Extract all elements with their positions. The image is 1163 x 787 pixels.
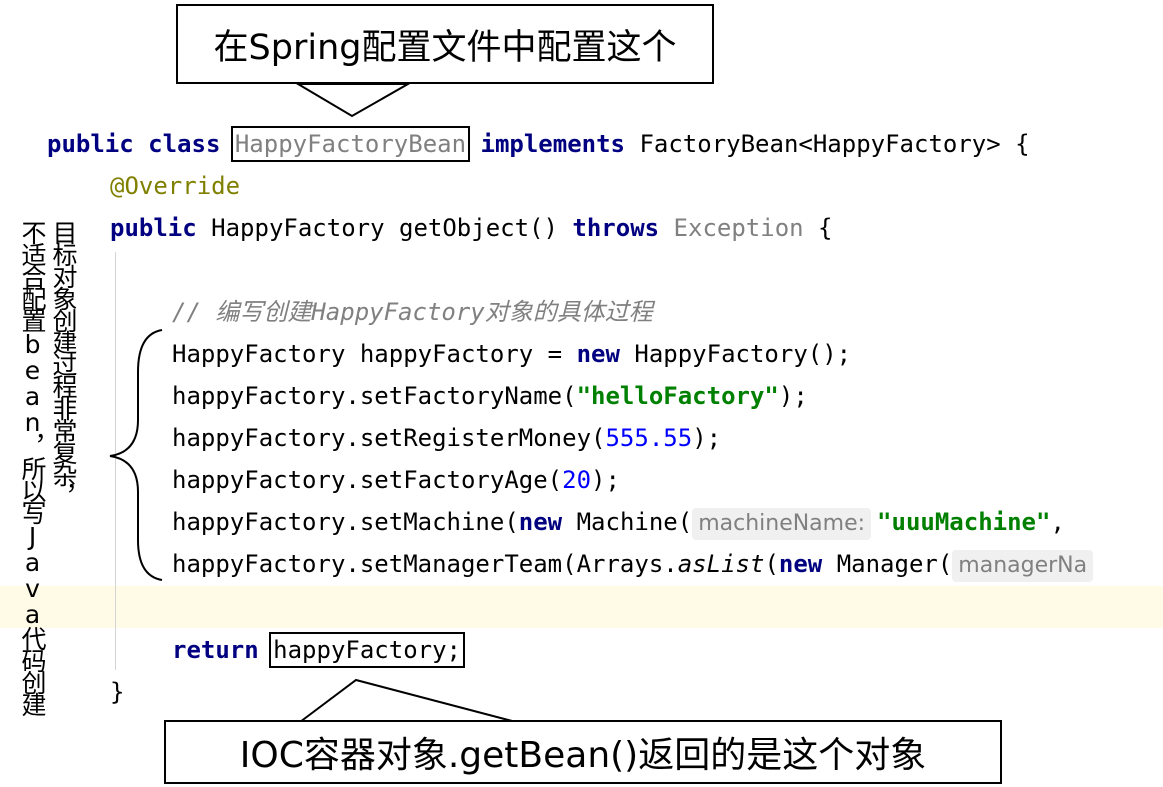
- connector-overlay: [109, 83, 517, 723]
- side-note-column-1: 目标对象创建过程非常复杂，: [49, 220, 78, 506]
- callout-bottom-pointer: [297, 678, 517, 723]
- curly-brace: [109, 329, 163, 581]
- callout-spring-config: 在Spring配置文件中配置这个: [176, 4, 714, 84]
- callout-top-pointer: [294, 83, 412, 118]
- side-note-column-2: 不适合配置bean，所以写Java代码创建: [18, 220, 47, 714]
- diagram-canvas: public class HappyFactoryBean implements…: [0, 0, 1163, 787]
- callout-getbean-return: IOC容器对象.getBean()返回的是这个对象: [164, 720, 1002, 784]
